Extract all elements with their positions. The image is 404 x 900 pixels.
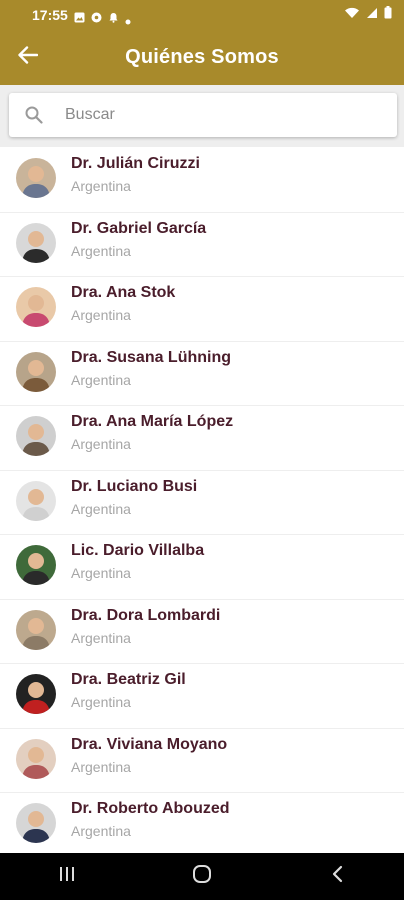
avatar bbox=[16, 287, 56, 327]
person-country: Argentina bbox=[71, 371, 131, 388]
list-item[interactable]: Dra. Dora Lombardi Argentina bbox=[0, 600, 404, 664]
status-bar: 17:55 bbox=[0, 0, 404, 30]
person-name: Dra. Ana María López bbox=[71, 413, 234, 430]
person-country: Argentina bbox=[71, 178, 131, 194]
people-list: Dr. Julián Ciruzzi Argentina Dr. Gabriel G… bbox=[0, 148, 404, 853]
person-country: Argentina bbox=[71, 629, 131, 646]
avatar bbox=[16, 545, 56, 585]
list-item[interactable]: Lic. Dario Villalba Argentina bbox=[0, 535, 404, 600]
search-icon bbox=[25, 105, 45, 125]
avatar bbox=[16, 158, 56, 198]
list-item[interactable]: Dr. Roberto Abouzed Argentina bbox=[0, 793, 404, 853]
list-item[interactable]: Dra. Beatriz Gil Argentina bbox=[0, 664, 404, 729]
avatar bbox=[16, 803, 56, 843]
person-name: Dr. Gabriel García bbox=[71, 219, 207, 237]
back-button[interactable] bbox=[10, 38, 46, 76]
soccer-ball-icon bbox=[91, 10, 102, 22]
home-circle-icon bbox=[192, 864, 212, 889]
status-right bbox=[344, 6, 392, 24]
arrow-left-icon bbox=[18, 45, 39, 69]
list-item[interactable]: Dr. Julián Ciruzzi Argentina bbox=[0, 148, 404, 213]
wifi-icon bbox=[344, 6, 360, 24]
avatar bbox=[16, 222, 56, 263]
notification-bell-icon bbox=[108, 10, 119, 23]
search-area bbox=[0, 85, 404, 147]
page-title: Quiénes Somos bbox=[125, 46, 279, 68]
status-time: 17:55 bbox=[32, 7, 68, 23]
recent-apps-icon bbox=[58, 866, 76, 887]
person-country: Argentina bbox=[71, 565, 131, 581]
list-item[interactable]: Dra. Ana María López Argentina bbox=[0, 406, 404, 471]
home-button[interactable] bbox=[172, 857, 232, 897]
gallery-icon bbox=[74, 10, 85, 22]
status-left: 17:55 bbox=[32, 7, 131, 25]
avatar bbox=[16, 609, 56, 650]
nav-back-button[interactable] bbox=[307, 857, 367, 897]
signal-icon bbox=[366, 6, 378, 24]
system-nav-bar bbox=[0, 853, 404, 900]
person-country: Argentina bbox=[71, 500, 131, 517]
list-item[interactable]: Dr. Luciano Busi Argentina bbox=[0, 471, 404, 535]
nav-back-icon bbox=[331, 865, 343, 888]
list-item[interactable]: Dra. Ana Stok Argentina bbox=[0, 277, 404, 342]
person-country: Argentina bbox=[71, 242, 131, 259]
person-country: Argentina bbox=[71, 823, 131, 839]
recent-apps-button[interactable] bbox=[37, 857, 97, 897]
avatar bbox=[16, 738, 56, 779]
person-name: Dr. Julián Ciruzzi bbox=[71, 155, 200, 172]
dot-icon bbox=[125, 12, 131, 25]
avatar bbox=[16, 416, 56, 456]
avatar bbox=[16, 480, 56, 521]
person-name: Dra. Beatriz Gil bbox=[71, 671, 186, 688]
battery-icon bbox=[384, 6, 392, 24]
avatar bbox=[16, 351, 56, 392]
person-name: Dra. Susana Lühning bbox=[71, 348, 232, 366]
person-country: Argentina bbox=[71, 436, 131, 452]
list-item[interactable]: Dra. Viviana Moyano Argentina bbox=[0, 729, 404, 793]
app-bar: Quiénes Somos bbox=[0, 30, 404, 85]
avatar bbox=[16, 674, 56, 714]
list-item[interactable]: Dr. Gabriel García Argentina bbox=[0, 213, 404, 277]
search-input[interactable] bbox=[63, 105, 367, 125]
person-name: Lic. Dario Villalba bbox=[71, 542, 205, 559]
search-box[interactable] bbox=[9, 93, 397, 137]
person-country: Argentina bbox=[71, 307, 131, 323]
person-name: Dr. Luciano Busi bbox=[71, 477, 198, 495]
person-name: Dra. Dora Lombardi bbox=[71, 606, 221, 624]
person-name: Dr. Roberto Abouzed bbox=[71, 800, 230, 817]
list-item[interactable]: Dra. Susana Lühning Argentina bbox=[0, 342, 404, 406]
person-name: Dra. Ana Stok bbox=[71, 284, 176, 301]
person-country: Argentina bbox=[71, 694, 131, 710]
person-country: Argentina bbox=[71, 758, 131, 775]
person-name: Dra. Viviana Moyano bbox=[71, 735, 228, 753]
